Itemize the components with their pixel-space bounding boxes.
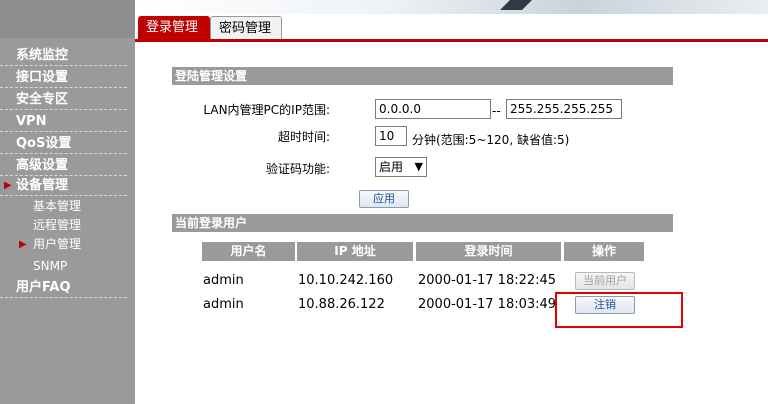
sidebar-item-label: QoS设置 [16,136,72,151]
apply-button[interactable]: 应用 [359,190,409,208]
cell-login-time: 2000-01-17 18:22:45 [418,273,557,288]
column-header-action: 操作 [564,242,644,261]
sidebar-subitem-label: 用户管理 [33,237,82,251]
tab-label: 登录管理 [146,20,199,35]
sidebar-item-label: 系统监控 [16,48,69,63]
cell-username: admin [203,297,244,312]
ip-start-input[interactable]: 0.0.0.0 [375,99,491,119]
highlight-box [555,292,683,328]
sidebar-item-vpn[interactable]: VPN [0,111,127,132]
tab-login-management[interactable]: 登录管理 [138,16,210,39]
sidebar-item-device-management[interactable]: ▶ 设备管理 [0,175,127,196]
sidebar-item-label: 用户FAQ [16,280,71,295]
section-title-current-users: 当前登录用户 [172,214,673,232]
sidebar-subitem-users[interactable]: ▶ 用户管理 [19,235,82,254]
sidebar-item-label: 安全专区 [16,92,69,107]
sidebar-item-qos[interactable]: QoS设置 [0,133,127,154]
sidebar-top [0,0,135,38]
cell-ip: 10.10.242.160 [298,273,394,288]
sidebar-item-label: 高级设置 [16,158,69,173]
captcha-select-value: 启用 [379,160,404,174]
tab-label: 密码管理 [219,21,272,36]
sidebar-item-label: 接口设置 [16,70,69,85]
sidebar-subitem-label: SNMP [33,259,68,273]
sidebar: 系统监控 接口设置 安全专区 VPN QoS设置 高级设置 ▶ 设备管理 基本管… [0,0,135,404]
sidebar-item-label: 设备管理 [16,178,69,193]
timeout-label: 超时时间: [277,130,330,144]
sidebar-subitem-basic[interactable]: 基本管理 [33,197,81,216]
sidebar-subitem-snmp[interactable]: SNMP [33,257,67,276]
sidebar-item-interface[interactable]: 接口设置 [0,67,127,88]
ip-range-label: LAN内管理PC的IP范围: [203,103,330,117]
sidebar-item-label: VPN [16,114,47,129]
sidebar-item-advanced[interactable]: 高级设置 [0,155,127,176]
sidebar-item-faq[interactable]: 用户FAQ [0,277,127,298]
sidebar-subitem-label: 远程管理 [33,218,82,232]
arrow-right-icon: ▶ [4,180,12,191]
timeout-input[interactable]: 10 [375,126,407,146]
captcha-select[interactable]: 启用 ▼ [375,157,427,177]
cell-login-time: 2000-01-17 18:03:49 [418,297,557,312]
cell-username: admin [203,273,244,288]
section-title-login-settings: 登陆管理设置 [172,67,673,85]
sidebar-item-security[interactable]: 安全专区 [0,89,127,110]
sidebar-item-system-monitor[interactable]: 系统监控 [0,45,127,66]
tab-password-management[interactable]: 密码管理 [210,16,282,39]
timeout-note: 分钟(范围:5~120, 缺省值:5) [412,133,570,147]
ip-end-input[interactable]: 255.255.255.255 [506,99,622,119]
sidebar-subitem-remote[interactable]: 远程管理 [33,216,81,235]
arrow-right-icon: ▶ [19,239,27,250]
sidebar-subitem-label: 基本管理 [33,199,82,213]
tab-underline [135,39,768,42]
column-header-login-time: 登录时间 [416,242,561,261]
tab-bar: 登录管理 密码管理 [135,16,768,41]
banner-decoration [500,0,532,10]
chevron-down-icon: ▼ [414,160,423,173]
cell-ip: 10.88.26.122 [298,297,385,312]
top-banner [135,0,768,14]
column-header-username: 用户名 [202,242,295,261]
current-user-button: 当前用户 [575,272,635,290]
ip-range-separator: -- [492,104,501,118]
captcha-label: 验证码功能: [265,162,330,176]
column-header-ip: IP 地址 [297,242,413,261]
